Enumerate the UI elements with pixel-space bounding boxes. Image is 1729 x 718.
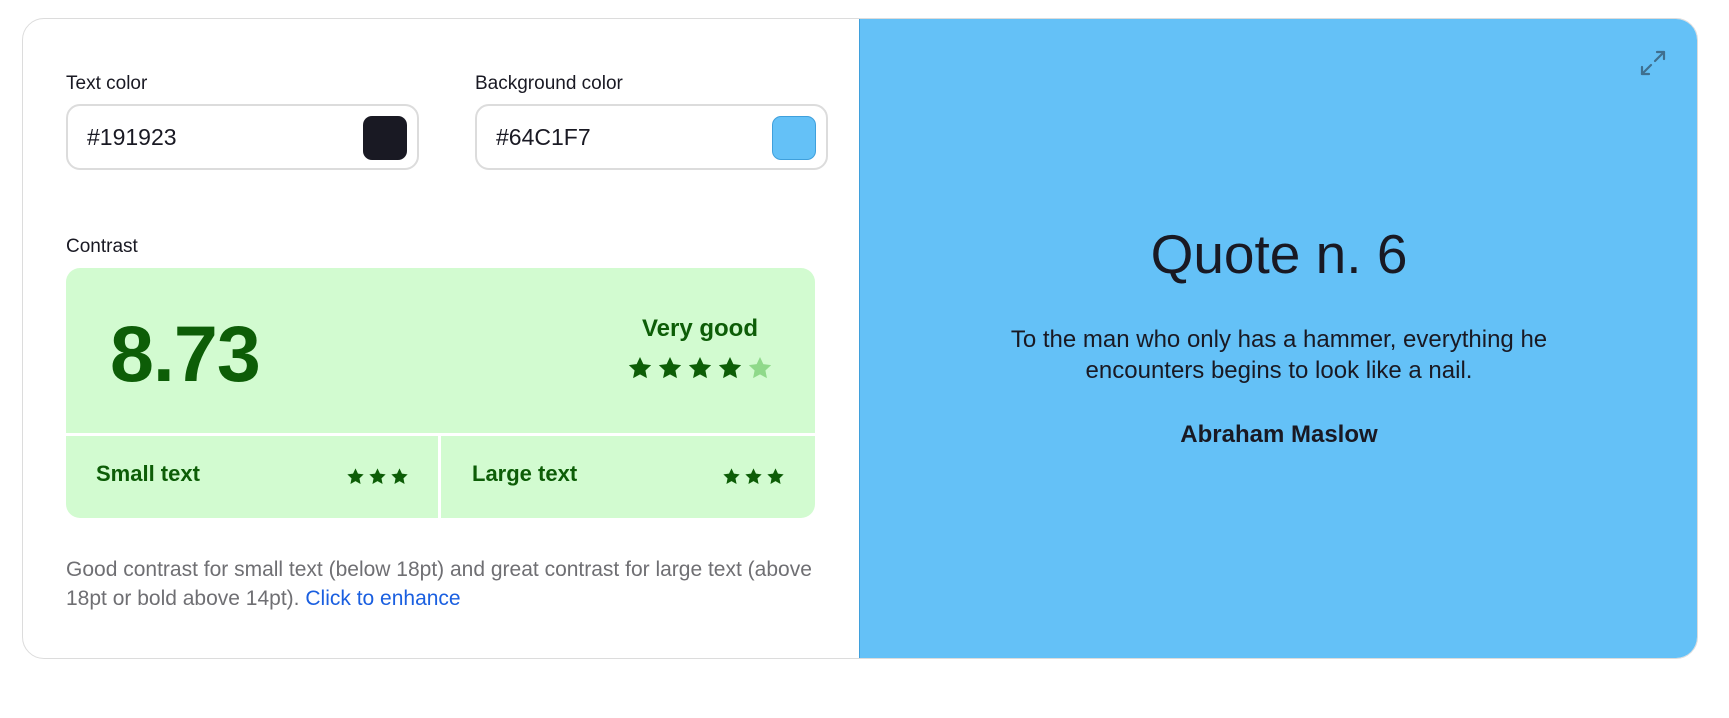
star-filled-icon: [391, 468, 408, 484]
star-filled-icon: [369, 468, 386, 484]
large-text-stars: [722, 467, 785, 486]
contrast-rating-stars: [627, 355, 773, 381]
star-filled-icon: [688, 356, 712, 379]
preview-author: Abraham Maslow: [1180, 421, 1378, 448]
large-text-label: Large text: [472, 461, 578, 486]
star-filled-icon: [658, 356, 682, 379]
preview-title: Quote n. 6: [1150, 223, 1408, 285]
star-filled-icon: [718, 356, 742, 379]
contrast-ratio: 8.73: [110, 309, 261, 398]
expand-icon[interactable]: [1639, 49, 1667, 77]
enhance-link[interactable]: Click to enhance: [305, 587, 460, 610]
background-color-swatch[interactable]: [772, 116, 816, 160]
contrast-checker-card: Text color Background color Contrast 8.7…: [22, 18, 1698, 659]
text-color-field[interactable]: [66, 104, 419, 170]
star-filled-icon: [628, 356, 652, 379]
contrast-description: Good contrast for small text (below 18pt…: [66, 555, 826, 613]
divider: [438, 436, 441, 518]
text-color-input[interactable]: [87, 106, 337, 168]
star-filled-icon: [767, 468, 784, 484]
controls-panel: Text color Background color Contrast 8.7…: [23, 19, 859, 658]
small-text-stars: [346, 467, 409, 486]
contrast-label: Contrast: [66, 236, 138, 257]
star-filled-icon: [347, 468, 364, 484]
star-filled-icon: [723, 468, 740, 484]
background-color-label: Background color: [475, 73, 623, 94]
background-color-input[interactable]: [496, 106, 746, 168]
text-color-swatch[interactable]: [363, 116, 407, 160]
background-color-field[interactable]: [475, 104, 828, 170]
preview-panel: Quote n. 6 To the man who only has a ham…: [859, 19, 1697, 658]
small-text-label: Small text: [96, 461, 200, 486]
star-filled-icon: [745, 468, 762, 484]
preview-quote: To the man who only has a hammer, everyt…: [1010, 326, 1548, 384]
star-empty-icon: [748, 356, 772, 379]
contrast-result-box: 8.73 Very good Small text Large text: [66, 268, 815, 518]
text-color-label: Text color: [66, 73, 148, 94]
contrast-rating: Very good: [641, 315, 758, 342]
